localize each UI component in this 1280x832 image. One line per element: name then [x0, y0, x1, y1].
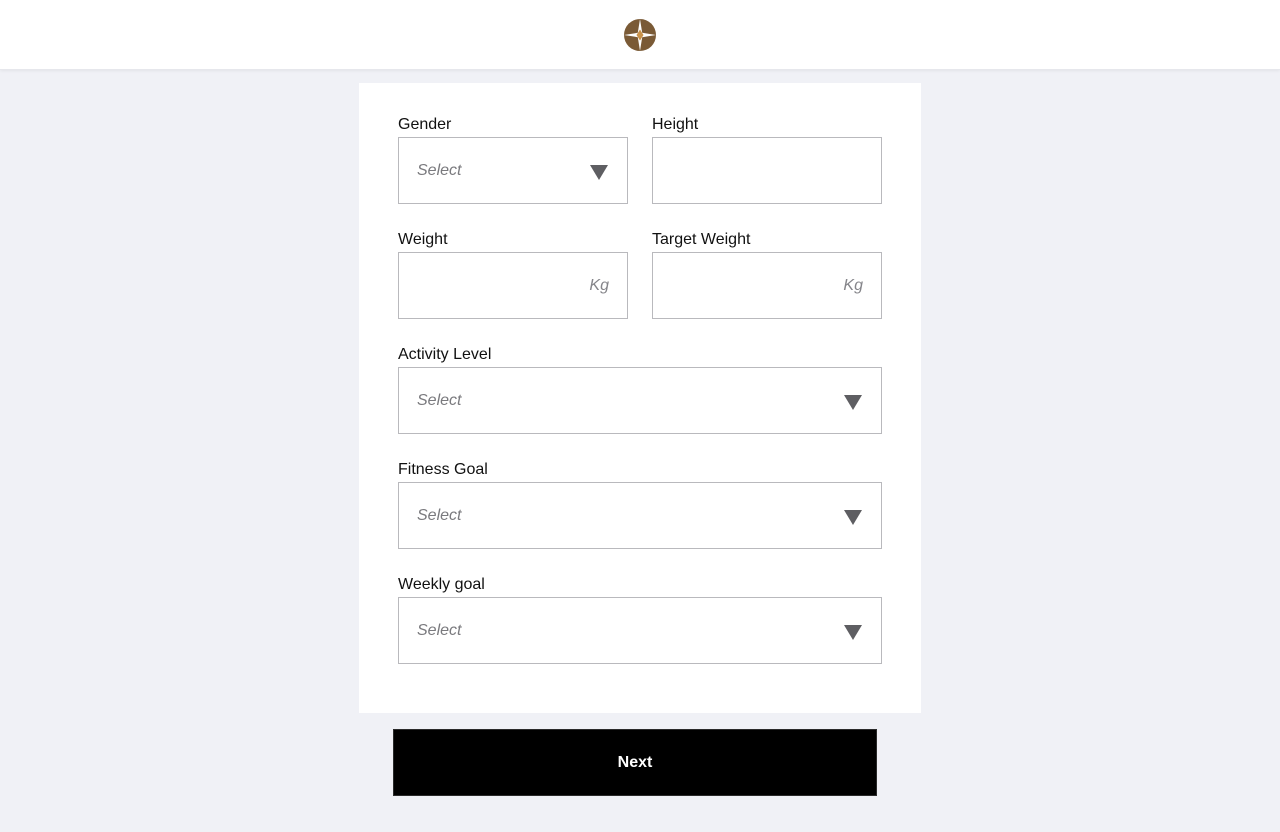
- chevron-down-icon: [844, 510, 862, 525]
- activity-level-placeholder: Select: [417, 391, 462, 409]
- fitness-goal-select[interactable]: Select: [398, 482, 882, 549]
- height-input[interactable]: [653, 138, 881, 203]
- gender-placeholder: Select: [417, 161, 462, 179]
- gender-field: Gender Select: [398, 115, 628, 204]
- fitness-goal-field: Fitness Goal Select: [398, 460, 882, 549]
- activity-level-label: Activity Level: [398, 346, 492, 363]
- weekly-goal-placeholder: Select: [417, 621, 462, 639]
- weight-input-box: Kg: [398, 252, 628, 319]
- fitness-goal-label: Fitness Goal: [398, 461, 488, 478]
- chevron-down-icon: [844, 625, 862, 640]
- compass-star-logo[interactable]: [624, 19, 656, 51]
- weekly-goal-field: Weekly goal Select: [398, 575, 882, 664]
- target-weight-input-box: Kg: [652, 252, 882, 319]
- activity-level-field: Activity Level Select: [398, 345, 882, 434]
- next-button[interactable]: Next: [393, 729, 877, 796]
- weekly-goal-label: Weekly goal: [398, 576, 485, 593]
- gender-select[interactable]: Select: [398, 137, 628, 204]
- weight-field: Weight Kg: [398, 230, 628, 319]
- weight-unit: Kg: [589, 276, 609, 294]
- target-weight-label: Target Weight: [652, 231, 751, 248]
- height-field: Height: [652, 115, 882, 204]
- height-input-box: [652, 137, 882, 204]
- profile-form-card: Gender Select Height Weight Kg Target We…: [359, 83, 921, 713]
- fitness-goal-placeholder: Select: [417, 506, 462, 524]
- weekly-goal-select[interactable]: Select: [398, 597, 882, 664]
- gender-label: Gender: [398, 116, 452, 133]
- top-bar: [0, 0, 1280, 70]
- weight-label: Weight: [398, 231, 448, 248]
- chevron-down-icon: [590, 165, 608, 180]
- target-weight-unit: Kg: [843, 276, 863, 294]
- activity-level-select[interactable]: Select: [398, 367, 882, 434]
- target-weight-field: Target Weight Kg: [652, 230, 882, 319]
- height-label: Height: [652, 116, 699, 133]
- chevron-down-icon: [844, 395, 862, 410]
